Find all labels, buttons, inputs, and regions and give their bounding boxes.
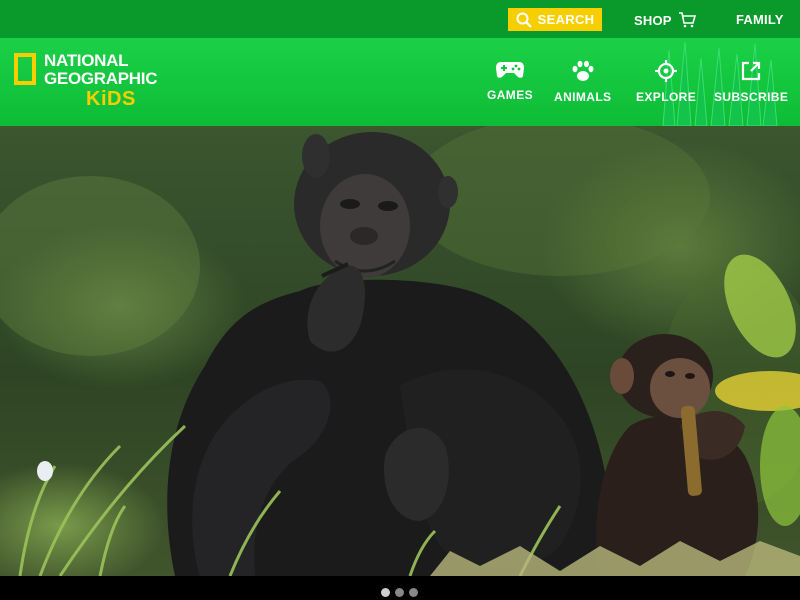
family-link[interactable]: FAMILY bbox=[736, 12, 784, 27]
carousel-dot-1[interactable] bbox=[381, 588, 390, 597]
paw-icon bbox=[572, 60, 594, 81]
logo-wordmark: NATIONAL GEOGRAPHIC bbox=[44, 52, 157, 88]
nav-animals[interactable]: ANIMALS bbox=[554, 60, 611, 104]
nav-explore-label: EXPLORE bbox=[636, 90, 697, 104]
nav-games[interactable]: GAMES bbox=[487, 60, 533, 102]
carousel-dot-2[interactable] bbox=[395, 588, 404, 597]
search-button[interactable]: SEARCH bbox=[508, 8, 602, 31]
yellow-border-icon bbox=[14, 53, 36, 85]
logo-kids: KiDS bbox=[86, 88, 136, 110]
hero-carousel-slide[interactable] bbox=[0, 126, 800, 576]
external-link-icon bbox=[742, 61, 761, 81]
family-label: FAMILY bbox=[736, 12, 784, 27]
top-utility-bar: SEARCH SHOP FAMILY bbox=[0, 0, 800, 38]
carousel-dot-3[interactable] bbox=[409, 588, 418, 597]
logo-line-geographic: GEOGRAPHIC bbox=[44, 69, 158, 88]
nav-explore[interactable]: EXPLORE bbox=[636, 60, 696, 104]
gamepad-icon bbox=[496, 62, 524, 78]
nav-subscribe-label: SUBSCRIBE bbox=[714, 90, 789, 104]
target-icon bbox=[655, 60, 678, 82]
search-label: SEARCH bbox=[537, 12, 595, 27]
cart-icon bbox=[678, 12, 696, 28]
search-icon bbox=[516, 12, 532, 28]
nav-animals-label: ANIMALS bbox=[554, 90, 612, 104]
logo-line-national: NATIONAL bbox=[44, 51, 129, 70]
nav-subscribe[interactable]: SUBSCRIBE bbox=[714, 60, 788, 104]
shop-label: SHOP bbox=[634, 12, 672, 28]
shop-link[interactable]: SHOP bbox=[634, 12, 696, 28]
chimpanzee-photo bbox=[0, 126, 800, 576]
nav-games-label: GAMES bbox=[487, 88, 534, 102]
